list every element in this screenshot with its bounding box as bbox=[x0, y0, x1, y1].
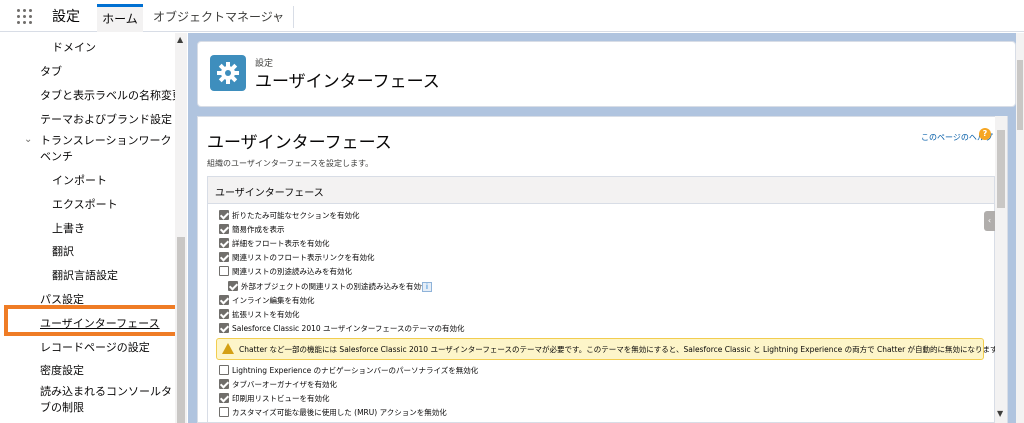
checkbox[interactable] bbox=[219, 252, 229, 262]
option-label: カスタマイズ可能な最後に使用した (MRU) アクションを無効化 bbox=[232, 408, 447, 417]
sidebar-item-user-interface[interactable]: ユーザインターフェース bbox=[40, 315, 160, 331]
sidebar-item-record-page-settings[interactable]: レコードページの設定 bbox=[40, 339, 150, 355]
checkbox[interactable] bbox=[219, 295, 229, 305]
sidebar-item-console-tab-limit[interactable]: 読み込まれるコンソールタブの制限 bbox=[40, 384, 180, 416]
option-label: インライン編集を有効化 bbox=[232, 296, 315, 305]
option-label: 折りたたみ可能なセクションを有効化 bbox=[232, 211, 360, 220]
checkbox[interactable] bbox=[219, 407, 229, 417]
checkbox[interactable] bbox=[219, 365, 229, 375]
sidebar-scrollbar-thumb[interactable] bbox=[177, 237, 185, 423]
sidebar-item-translate[interactable]: 翻訳 bbox=[52, 243, 74, 259]
sidebar-item-import[interactable]: インポート bbox=[52, 172, 107, 188]
page-header-title: ユーザインターフェース bbox=[255, 72, 440, 92]
sidebar-item-themes-branding[interactable]: テーマおよびブランド設定 bbox=[40, 111, 172, 127]
option-label: Salesforce Classic 2010 ユーザインターフェースのテーマの… bbox=[232, 324, 465, 333]
option-label: 関連リストの別途読み込みを有効化 bbox=[232, 267, 352, 276]
help-icon[interactable]: ? bbox=[979, 128, 991, 140]
sidebar-item-export[interactable]: エクスポート bbox=[52, 196, 118, 212]
tab-divider bbox=[293, 6, 294, 28]
gear-icon bbox=[210, 55, 246, 91]
option-label: 関連リストのフロート表示リンクを有効化 bbox=[232, 253, 375, 262]
info-icon[interactable]: i bbox=[422, 282, 432, 292]
sidebar-item-tabs[interactable]: タブ bbox=[40, 63, 62, 79]
option-label: 詳細をフロート表示を有効化 bbox=[232, 239, 330, 248]
sidebar-item-rename-tabs-labels[interactable]: タブと表示ラベルの名称変更 bbox=[40, 87, 183, 103]
content-scrollbar-thumb[interactable] bbox=[997, 130, 1005, 208]
checkbox[interactable] bbox=[228, 281, 238, 291]
warning-text: Chatter など一部の機能には Salesforce Classic 201… bbox=[239, 345, 1005, 354]
warning-icon bbox=[222, 343, 234, 354]
collapse-panel-icon[interactable]: ‹ bbox=[984, 211, 995, 231]
checkbox[interactable] bbox=[219, 323, 229, 333]
sidebar-item-translation-settings[interactable]: 翻訳言語設定 bbox=[52, 267, 118, 283]
option-label: タブバーオーガナイザを有効化 bbox=[232, 380, 337, 389]
page-scrollbar-thumb[interactable] bbox=[1017, 60, 1023, 130]
sidebar-item-density-settings[interactable]: 密度設定 bbox=[40, 362, 84, 378]
option-label: Lightning Experience のナビゲーションバーのパーソナライズを… bbox=[232, 366, 479, 375]
app-launcher-icon[interactable] bbox=[17, 9, 33, 25]
option-label: 拡張リストを有効化 bbox=[232, 310, 300, 319]
option-label: 簡易作成を表示 bbox=[232, 225, 285, 234]
scroll-down-icon[interactable]: ▼ bbox=[997, 409, 1003, 418]
checkbox[interactable] bbox=[219, 393, 229, 403]
scroll-up-icon[interactable]: ▲ bbox=[177, 35, 183, 44]
checkbox[interactable] bbox=[219, 379, 229, 389]
chevron-down-icon[interactable]: ⌄ bbox=[272, 8, 281, 21]
page-description: 組織のユーザインターフェースを設定します。 bbox=[207, 159, 374, 168]
sidebar-item-override[interactable]: 上書き bbox=[52, 220, 85, 236]
chevron-down-icon[interactable]: ⌄ bbox=[24, 134, 32, 145]
section-header bbox=[208, 177, 994, 204]
checkbox[interactable] bbox=[219, 238, 229, 248]
app-name: 設定 bbox=[52, 9, 80, 25]
option-label: 外部オブジェクトの関連リストの別途読み込みを有効化 bbox=[241, 282, 429, 291]
checkbox[interactable] bbox=[219, 210, 229, 220]
checkbox[interactable] bbox=[219, 309, 229, 319]
tab-object-manager[interactable]: オブジェクトマネージャ bbox=[153, 8, 284, 25]
tab-home[interactable]: ホーム bbox=[97, 4, 143, 32]
checkbox[interactable] bbox=[219, 266, 229, 276]
checkbox[interactable] bbox=[219, 224, 229, 234]
sidebar-item-translation-workbench[interactable]: トランスレーションワークベンチ bbox=[40, 133, 180, 165]
option-label: 印刷用リストビューを有効化 bbox=[232, 394, 330, 403]
page-title: ユーザインターフェース bbox=[207, 133, 392, 153]
sidebar-item-domain[interactable]: ドメイン bbox=[52, 39, 96, 55]
section-title: ユーザインターフェース bbox=[215, 188, 324, 199]
